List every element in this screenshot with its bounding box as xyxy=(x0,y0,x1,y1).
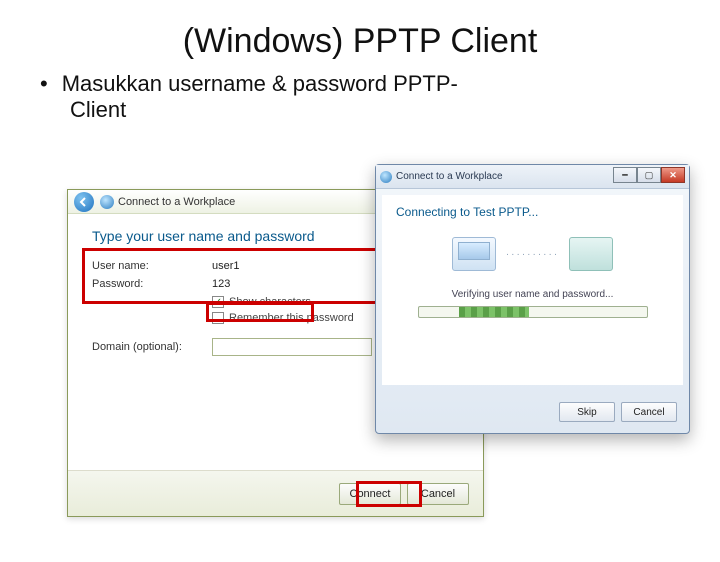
cancel-button[interactable]: Cancel xyxy=(407,483,469,505)
wizard-title: Connect to a Workplace xyxy=(118,196,235,208)
server-icon xyxy=(569,237,613,271)
username-value[interactable]: user1 xyxy=(212,260,240,272)
close-button[interactable]: ✕ xyxy=(661,167,685,183)
connection-dots-icon: ·········· xyxy=(506,249,559,260)
back-button[interactable] xyxy=(74,192,94,212)
progress-heading: Connecting to Test PPTP... xyxy=(396,205,669,219)
maximize-button[interactable]: ▢ xyxy=(637,167,661,183)
domain-label: Domain (optional): xyxy=(92,341,212,353)
progress-dialog-window: Connect to a Workplace ━ ▢ ✕ Connecting … xyxy=(375,164,690,434)
bullet-text-cont: Client xyxy=(70,97,720,123)
remember-password-label: Remember this password xyxy=(229,312,354,324)
window-controls: ━ ▢ ✕ xyxy=(613,167,685,183)
password-value[interactable]: 123 xyxy=(212,278,230,290)
status-text: Verifying user name and password... xyxy=(396,289,669,300)
bullet-text: • Masukkan username & password PPTP- xyxy=(40,71,680,97)
minimize-button[interactable]: ━ xyxy=(613,167,637,183)
show-characters-label: Show characters xyxy=(229,296,311,308)
progress-title: Connect to a Workplace xyxy=(396,171,503,182)
username-label: User name: xyxy=(92,260,212,272)
remember-password-checkbox[interactable] xyxy=(212,312,224,324)
bullet-line1: Masukkan username & password PPTP- xyxy=(62,71,458,96)
progress-bar xyxy=(418,306,648,318)
globe-icon xyxy=(100,195,114,209)
network-illustration: ·········· xyxy=(396,237,669,271)
globe-icon xyxy=(380,171,392,183)
connect-button[interactable]: Connect xyxy=(339,483,401,505)
bullet-dot: • xyxy=(40,71,48,96)
wizard-footer: Connect Cancel xyxy=(68,470,483,516)
show-characters-checkbox[interactable]: ✓ xyxy=(212,296,224,308)
cancel-button[interactable]: Cancel xyxy=(621,402,677,422)
slide-title: (Windows) PPTP Client xyxy=(0,22,720,61)
progress-footer: Skip Cancel xyxy=(376,391,689,433)
computer-icon xyxy=(452,237,496,271)
progress-titlebar: Connect to a Workplace ━ ▢ ✕ xyxy=(376,165,689,189)
password-label: Password: xyxy=(92,278,212,290)
progress-body: Connecting to Test PPTP... ·········· Ve… xyxy=(382,195,683,385)
domain-input[interactable] xyxy=(212,338,372,356)
skip-button[interactable]: Skip xyxy=(559,402,615,422)
